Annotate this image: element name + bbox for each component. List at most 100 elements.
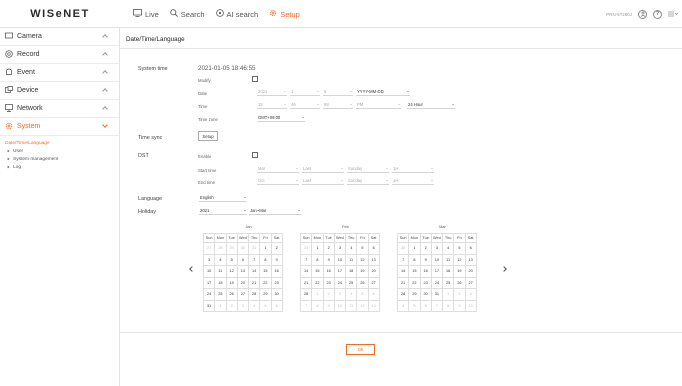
nav-live[interactable]: Live xyxy=(133,9,159,19)
calendar-day-cell[interactable]: 4 xyxy=(396,299,410,312)
calendar-day-cell[interactable]: 8 xyxy=(311,253,324,266)
calendar-day-cell[interactable]: 13 xyxy=(367,299,380,312)
calendar-day-cell[interactable]: 2 xyxy=(270,242,283,255)
calendar-day-cell[interactable]: 16 xyxy=(270,265,283,278)
date-format-select[interactable]: YYYY-MM-DD xyxy=(356,88,410,96)
calendar-day-cell[interactable]: 10 xyxy=(333,299,347,312)
calendar-day-cell[interactable]: 2 xyxy=(322,242,335,255)
time-minute-select[interactable]: 46 xyxy=(290,101,320,109)
calendar-day-cell[interactable]: 28 xyxy=(396,288,410,301)
calendar-day-cell[interactable]: 3 xyxy=(333,288,347,301)
time-format-select[interactable]: 24 Hour xyxy=(407,101,455,109)
calendar-day-cell[interactable]: 10 xyxy=(464,299,477,312)
calendar-day-cell[interactable]: 4 xyxy=(214,253,227,266)
calendar-day-cell[interactable]: 19 xyxy=(453,265,466,278)
calendar-prev-icon[interactable] xyxy=(189,266,195,272)
calendar-day-cell[interactable]: 10 xyxy=(430,253,444,266)
calendar-day-cell[interactable]: 12 xyxy=(225,265,238,278)
calendar-day-cell[interactable]: 5 xyxy=(225,253,238,266)
user-icon[interactable] xyxy=(638,9,647,19)
holiday-year-select[interactable]: 2021 xyxy=(199,207,247,215)
calendar-day-cell[interactable]: 22 xyxy=(311,276,324,289)
calendar-day-cell[interactable]: 1 xyxy=(311,242,324,255)
calendar-day-cell[interactable]: 6 xyxy=(464,242,477,255)
calendar-day-cell[interactable]: 10 xyxy=(202,265,216,278)
calendar-day-cell[interactable]: 9 xyxy=(453,299,466,312)
calendar-day-cell[interactable]: 7 xyxy=(396,253,410,266)
date-month-select[interactable]: 1 xyxy=(290,88,320,96)
ok-button[interactable]: Ok xyxy=(346,344,375,355)
calendar-day-cell[interactable]: 17 xyxy=(202,276,216,289)
calendar-day-cell[interactable]: 30 xyxy=(236,242,250,255)
calendar-day-cell[interactable]: 26 xyxy=(356,276,369,289)
calendar-day-cell[interactable]: 18 xyxy=(214,276,227,289)
nav-search[interactable]: Search xyxy=(170,9,205,19)
calendar-day-cell[interactable]: 21 xyxy=(299,276,313,289)
calendar-day-cell[interactable]: 1 xyxy=(259,242,272,255)
calendar-day-cell[interactable]: 16 xyxy=(419,265,432,278)
calendar-day-cell[interactable]: 24 xyxy=(333,276,347,289)
date-year-select[interactable]: 2021 xyxy=(257,88,287,96)
calendar-day-cell[interactable]: 29 xyxy=(225,242,238,255)
calendar-day-cell[interactable]: 6 xyxy=(367,242,380,255)
calendar-day-cell[interactable]: 4 xyxy=(441,242,455,255)
calendar-day-cell[interactable]: 31 xyxy=(247,242,261,255)
dst-enable-checkbox[interactable] xyxy=(252,152,258,158)
calendar-day-cell[interactable]: 23 xyxy=(270,276,283,289)
nav-setup[interactable]: Setup xyxy=(269,9,300,19)
calendar-day-cell[interactable]: 27 xyxy=(236,288,250,301)
sidebar-item-event[interactable]: Event xyxy=(0,64,119,82)
calendar-day-cell[interactable]: 14 xyxy=(299,265,313,278)
calendar-day-cell[interactable]: 27 xyxy=(464,276,477,289)
calendar-day-cell[interactable]: 8 xyxy=(441,299,455,312)
calendar-day-cell[interactable]: 1 xyxy=(311,288,324,301)
calendar-day-cell[interactable]: 2 xyxy=(453,288,466,301)
calendar-day-cell[interactable]: 8 xyxy=(311,299,324,312)
dst-start-week-select[interactable]: Last xyxy=(302,165,344,173)
calendar-day-cell[interactable]: 6 xyxy=(270,299,283,312)
calendar-day-cell[interactable]: 26 xyxy=(225,288,238,301)
nav-ai-search[interactable]: AI search xyxy=(215,9,258,19)
calendar-day-cell[interactable]: 19 xyxy=(225,276,238,289)
calendar-day-cell[interactable]: 11 xyxy=(344,253,358,266)
dst-end-month-select[interactable]: Oct xyxy=(257,177,299,185)
calendar-day-cell[interactable]: 8 xyxy=(408,253,421,266)
modify-checkbox[interactable] xyxy=(252,76,258,82)
help-icon[interactable]: ? xyxy=(653,9,662,19)
calendar-day-cell[interactable]: 6 xyxy=(367,288,380,301)
calendar-day-cell[interactable]: 30 xyxy=(419,288,432,301)
calendar-day-cell[interactable]: 3 xyxy=(202,253,216,266)
calendar-day-cell[interactable]: 17 xyxy=(333,265,347,278)
calendar-day-cell[interactable]: 7 xyxy=(299,253,313,266)
calendar-day-cell[interactable]: 6 xyxy=(419,299,432,312)
calendar-day-cell[interactable]: 2 xyxy=(225,299,238,312)
sidebar-item-record[interactable]: Record xyxy=(0,46,119,64)
calendar-day-cell[interactable]: 2 xyxy=(322,288,335,301)
calendar-day-cell[interactable]: 9 xyxy=(322,253,335,266)
calendar-next-icon[interactable] xyxy=(501,266,507,272)
calendar-day-cell[interactable]: 3 xyxy=(430,242,444,255)
calendar-day-cell[interactable]: 5 xyxy=(408,299,421,312)
dst-start-day-select[interactable]: Sunday xyxy=(347,165,389,173)
calendar-day-cell[interactable]: 6 xyxy=(236,253,250,266)
menu-icon[interactable] xyxy=(668,11,679,18)
calendar-day-cell[interactable]: 21 xyxy=(247,276,261,289)
dst-end-week-select[interactable]: Last xyxy=(302,177,344,185)
calendar-day-cell[interactable]: 25 xyxy=(214,288,227,301)
calendar-day-cell[interactable]: 20 xyxy=(236,276,250,289)
calendar-day-cell[interactable]: 15 xyxy=(311,265,324,278)
time-sync-setup-button[interactable]: Setup xyxy=(198,131,218,141)
dst-end-day-select[interactable]: Sunday xyxy=(347,177,389,185)
calendar-day-cell[interactable]: 5 xyxy=(356,288,369,301)
calendar-day-cell[interactable]: 12 xyxy=(356,299,369,312)
submenu-date-time-language[interactable]: Date/Time/Language xyxy=(0,139,119,147)
calendar-day-cell[interactable]: 31 xyxy=(202,299,216,312)
calendar-day-cell[interactable]: 29 xyxy=(408,288,421,301)
calendar-day-cell[interactable]: 25 xyxy=(441,276,455,289)
sidebar-item-device[interactable]: Device xyxy=(0,82,119,100)
calendar-day-cell[interactable]: 22 xyxy=(259,276,272,289)
calendar-day-cell[interactable]: 7 xyxy=(430,299,444,312)
calendar-day-cell[interactable]: 8 xyxy=(259,253,272,266)
calendar-day-cell[interactable]: 4 xyxy=(344,242,358,255)
time-ampm-select[interactable]: PM xyxy=(356,101,401,109)
